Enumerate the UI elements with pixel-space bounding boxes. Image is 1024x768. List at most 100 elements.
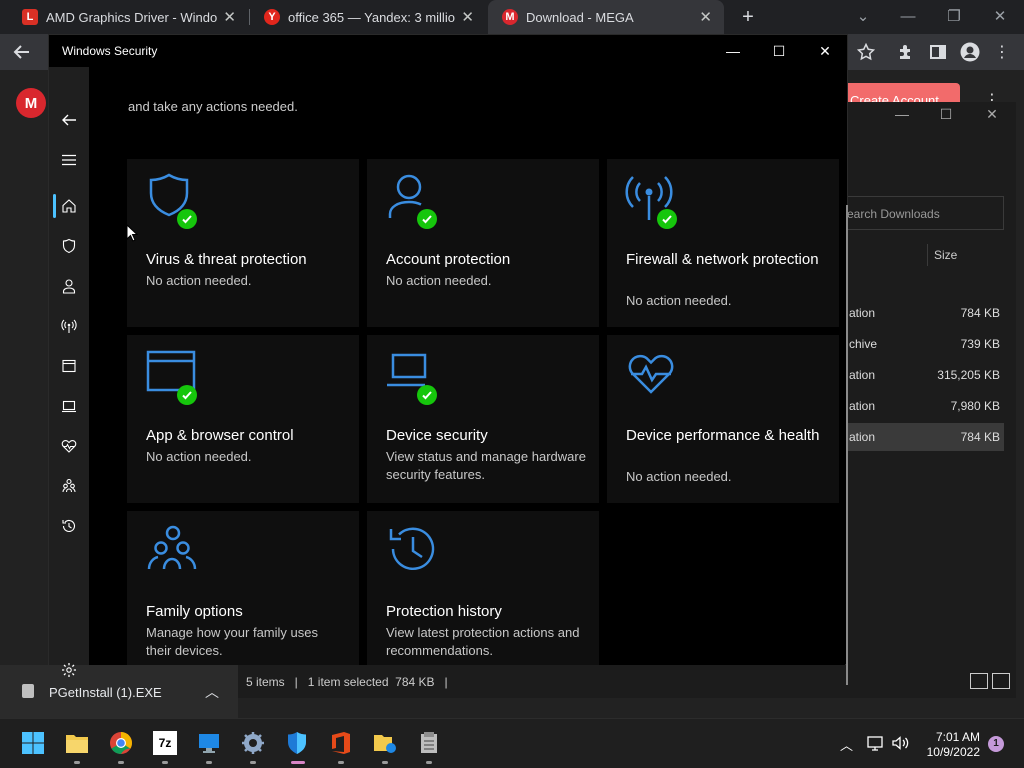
card-family-options[interactable]: Family options Manage how your family us… [127, 511, 359, 665]
settings-gear-icon[interactable] [49, 653, 89, 687]
file-explorer-network-icon[interactable] [372, 730, 398, 764]
table-row[interactable]: ation 7,980 KB [847, 392, 1004, 420]
downloads-maximize-button[interactable]: ☐ [931, 106, 961, 123]
close-tab-icon[interactable]: ✕ [699, 8, 712, 26]
hamburger-menu-icon[interactable] [49, 143, 89, 177]
card-firewall-network-protection[interactable]: Firewall & network protection No action … [607, 159, 839, 327]
clock-date: 10/9/2022 [926, 745, 980, 759]
minimize-button[interactable]: — [710, 39, 756, 63]
card-description: View status and manage hardware security… [386, 449, 586, 482]
browser-tab-mega[interactable]: M Download - MEGA ✕ [488, 0, 724, 34]
card-device-performance-health[interactable]: Device performance & health No action ne… [607, 335, 839, 503]
browser-menu-kebab-icon[interactable]: ⋮ [992, 42, 1012, 62]
nav-family-icon[interactable] [49, 469, 89, 503]
card-title: Device performance & health [626, 427, 820, 444]
nav-network-icon[interactable] [49, 309, 89, 343]
details-view-icon[interactable] [970, 673, 988, 689]
nav-history-icon[interactable] [49, 509, 89, 543]
file-type-cell: ation [849, 399, 876, 413]
browser-minimize-button[interactable]: — [888, 4, 928, 30]
bookmark-star-icon[interactable] [856, 42, 876, 62]
volume-speaker-icon[interactable] [891, 734, 909, 752]
windows-security-taskbar-icon[interactable] [284, 730, 310, 764]
history-clock-icon [389, 527, 435, 570]
file-size-cell: 315,205 KB [937, 368, 1000, 382]
close-button[interactable]: ✕ [802, 39, 848, 63]
file-type-cell: ation [849, 306, 876, 320]
card-title: Protection history [386, 603, 502, 620]
browser-tab-yandex[interactable]: Y office 365 — Yandex: 3 million re ✕ [250, 0, 486, 34]
seven-zip-icon[interactable]: 7z [152, 730, 178, 764]
table-row[interactable]: chive 739 KB [847, 330, 1004, 358]
tab-title: AMD Graphics Driver - Windows [46, 9, 218, 25]
office-icon[interactable] [328, 730, 354, 764]
system-clock[interactable]: 7:01 AM 10/9/2022 [920, 730, 980, 760]
card-description: Manage how your family uses their device… [146, 625, 318, 658]
tab-title: office 365 — Yandex: 3 million re [288, 9, 455, 25]
file-size-cell: 739 KB [960, 337, 1000, 351]
chevron-up-icon[interactable]: ︿ [205, 682, 219, 702]
close-tab-icon[interactable]: ✕ [223, 8, 236, 26]
card-device-security[interactable]: Device security View status and manage h… [367, 335, 599, 503]
card-virus-threat-protection[interactable]: Virus & threat protection No action need… [127, 159, 359, 327]
new-tab-button[interactable]: + [736, 5, 760, 29]
card-protection-history[interactable]: Protection history View latest protectio… [367, 511, 599, 665]
nav-heart-health-icon[interactable] [49, 429, 89, 463]
file-type-cell: ation [849, 430, 876, 444]
clock-time: 7:01 AM [935, 730, 980, 744]
downloads-search-input[interactable]: earch Downloads [847, 196, 1004, 230]
intro-text: and take any actions needed. [128, 99, 298, 114]
card-app-browser-control[interactable]: App & browser control No action needed. [127, 335, 359, 503]
card-status: No action needed. [626, 469, 732, 484]
browser-restore-button[interactable]: ❐ [934, 4, 974, 30]
file-explorer-icon[interactable] [64, 730, 90, 764]
profile-avatar-icon[interactable] [960, 42, 980, 62]
network-status-icon[interactable] [866, 734, 884, 752]
download-shelf: PGetInstall (1).EXE ︿ [0, 665, 238, 718]
chrome-icon[interactable] [108, 730, 134, 764]
size-column-header[interactable]: Size [927, 244, 1007, 266]
browser-close-button[interactable]: ✕ [980, 4, 1020, 30]
windows-taskbar: 7z ︿ 7:01 AM 10/9/2022 1 [0, 718, 1024, 768]
nav-device-security-icon[interactable] [49, 389, 89, 423]
card-status: No action needed. [626, 293, 732, 308]
card-title: Firewall & network protection [626, 251, 819, 268]
nav-shield-icon[interactable] [49, 229, 89, 263]
close-tab-icon[interactable]: ✕ [461, 8, 474, 26]
status-text: 5 items | 1 item selected 784 KB | [246, 675, 448, 689]
show-hidden-icons-chevron-icon[interactable]: ︿ [840, 735, 853, 754]
card-title: App & browser control [146, 427, 294, 444]
checkmark-icon [177, 385, 197, 405]
downloaded-file-name[interactable]: PGetInstall (1).EXE [49, 685, 162, 700]
maximize-button[interactable]: ☐ [756, 39, 802, 63]
tab-search-chevron-icon[interactable]: ⌄ [843, 4, 883, 30]
large-icons-view-icon[interactable] [992, 673, 1010, 689]
table-row-selected[interactable]: ation 784 KB [847, 423, 1004, 451]
vertical-scrollbar[interactable] [846, 205, 848, 685]
start-windows-icon[interactable] [20, 730, 46, 756]
nav-account-icon[interactable] [49, 269, 89, 303]
view-toggle [970, 673, 1010, 689]
settings-gear-taskbar-icon[interactable] [240, 730, 266, 764]
seven-zip-label: 7z [153, 731, 177, 755]
table-row[interactable]: ation 315,205 KB [847, 361, 1004, 389]
file-type-cell: chive [849, 337, 878, 351]
file-type-cell: ation [849, 368, 876, 382]
back-arrow-icon[interactable] [12, 42, 32, 62]
remote-desktop-icon[interactable] [196, 730, 222, 764]
nav-app-browser-icon[interactable] [49, 349, 89, 383]
side-panel-icon[interactable] [928, 42, 948, 62]
notification-badge[interactable]: 1 [988, 736, 1004, 752]
explorer-status-bar: 5 items | 1 item selected 784 KB | [238, 665, 1016, 698]
mega-logo-icon[interactable]: M [16, 88, 46, 118]
installer-package-icon[interactable] [416, 730, 442, 764]
card-account-protection[interactable]: Account protection No action needed. [367, 159, 599, 327]
browser-tab-amd[interactable]: L AMD Graphics Driver - Windows ✕ [8, 0, 248, 34]
extensions-puzzle-icon[interactable] [896, 42, 916, 62]
nav-home-icon[interactable] [49, 189, 89, 223]
downloads-minimize-button[interactable]: — [887, 106, 917, 122]
table-row[interactable]: ation 784 KB [847, 299, 1004, 327]
downloads-close-button[interactable]: ✕ [977, 106, 1007, 123]
checkmark-icon [177, 209, 197, 229]
back-arrow-icon[interactable] [49, 103, 89, 137]
